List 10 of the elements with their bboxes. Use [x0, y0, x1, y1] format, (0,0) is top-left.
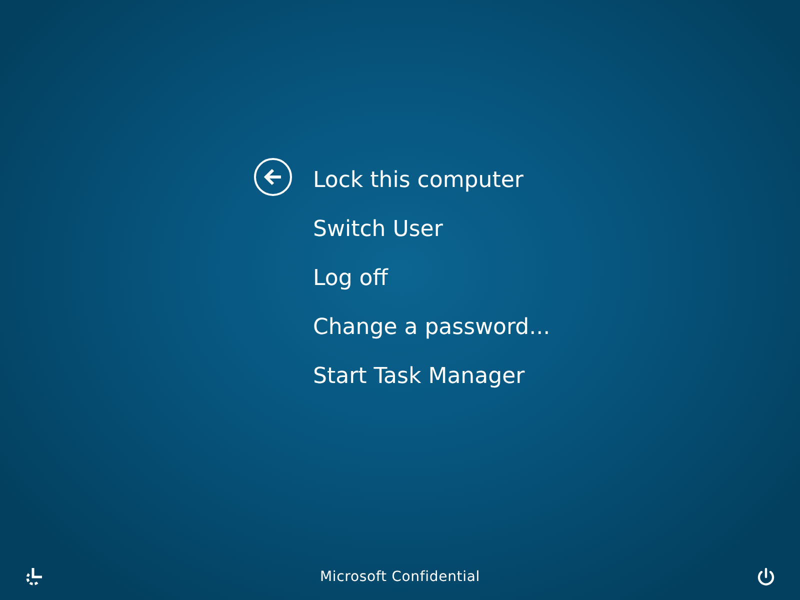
back-button[interactable] [254, 158, 292, 196]
power-icon[interactable] [756, 567, 776, 587]
menu-item[interactable]: Switch User [313, 205, 550, 254]
menu-item[interactable]: Change a password... [313, 303, 550, 352]
menu-item[interactable]: Start Task Manager [313, 352, 550, 401]
left-arrow-icon [263, 168, 283, 186]
footer-text: Microsoft Confidential [320, 568, 480, 586]
menu-item[interactable]: Log off [313, 254, 550, 303]
menu-item[interactable]: Lock this computer [313, 156, 550, 205]
accessibility-icon[interactable] [24, 567, 44, 587]
